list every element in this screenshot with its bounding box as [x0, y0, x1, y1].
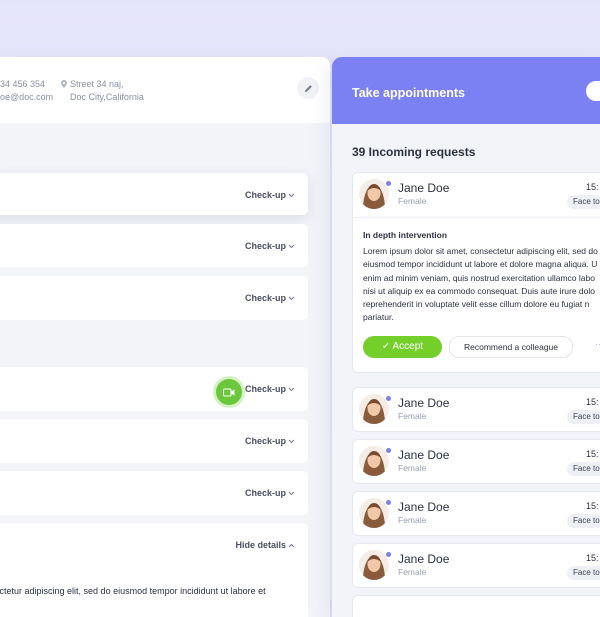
- appointment-row[interactable]: Check-up: [0, 419, 308, 463]
- request-card-expanded[interactable]: Jane Doe Female 15: Face to In depth int…: [352, 172, 600, 373]
- divider: [353, 217, 600, 218]
- row-type-label: Check-up: [244, 488, 286, 498]
- online-status-dot: [385, 551, 392, 558]
- video-camera-icon: [223, 387, 235, 397]
- patient-name: Jane Doe: [398, 396, 450, 410]
- chevron-down-icon: [288, 491, 295, 496]
- chevron-down-icon: [288, 193, 295, 198]
- patient-gender: Female: [398, 515, 427, 525]
- consultation-type-chip: Face to: [567, 462, 600, 476]
- online-status-dot: [385, 447, 392, 454]
- appointments-header: Take appointments: [332, 57, 600, 124]
- online-status-dot: [385, 180, 392, 187]
- chevron-down-icon: [288, 439, 295, 444]
- appointments-panel: Take appointments 39 Incoming requests J…: [332, 57, 600, 617]
- contact-bar: 34 456 354 oe@doc.com Street 34 naj, Doc…: [0, 57, 330, 123]
- online-status-dot: [385, 499, 392, 506]
- address-block: Street 34 naj, Doc City,California: [61, 78, 144, 104]
- request-time: 15:: [586, 397, 599, 407]
- recommend-colleague-button[interactable]: Recommend a colleague: [449, 336, 573, 358]
- address-line-2: Doc City,California: [70, 92, 144, 102]
- appointment-row[interactable]: Check-up: [0, 276, 308, 320]
- intervention-title: In depth intervention: [363, 230, 448, 240]
- accept-button[interactable]: ✓ Accept: [363, 336, 442, 358]
- more-dots-icon[interactable]: ··: [595, 339, 600, 349]
- consultation-type-chip: Face to: [567, 514, 600, 528]
- row-type-label: Check-up: [244, 436, 286, 446]
- appointment-row-expanded[interactable]: Hide details: [0, 523, 308, 617]
- request-time: 15:: [586, 182, 599, 192]
- request-card[interactable]: Jane Doe Female 15: Face to: [352, 387, 600, 432]
- appointment-row[interactable]: Check-up: [0, 367, 308, 411]
- chevron-up-icon: [288, 543, 295, 548]
- online-status-dot: [385, 395, 392, 402]
- appointment-row[interactable]: Check-up: [0, 471, 308, 515]
- consultation-type-chip: Face to: [567, 195, 600, 209]
- hide-details-link[interactable]: Hide details: [235, 540, 286, 550]
- chevron-down-icon: [288, 387, 295, 392]
- pencil-icon: [304, 84, 312, 92]
- request-card[interactable]: Jane Doe Female 15: Face to: [352, 491, 600, 536]
- patient-name: Jane Doe: [398, 500, 450, 514]
- appointment-row[interactable]: Check-up: [0, 224, 308, 267]
- patient-name: Jane Doe: [398, 552, 450, 566]
- request-card[interactable]: Jane Doe Female 15: Face to: [352, 439, 600, 484]
- edit-button[interactable]: [297, 77, 319, 99]
- patient-gender: Female: [398, 463, 427, 473]
- patient-gender: Female: [398, 567, 427, 577]
- request-time: 15:: [586, 553, 599, 563]
- request-card-partial[interactable]: [352, 595, 600, 617]
- request-card[interactable]: Jane Doe Female 15: Face to: [352, 543, 600, 588]
- appointment-detail-text: sectetur adipiscing elit, sed do eiusmod…: [0, 586, 266, 596]
- row-type-label: Check-up: [244, 241, 286, 251]
- patient-detail-panel: 34 456 354 oe@doc.com Street 34 naj, Doc…: [0, 57, 330, 617]
- row-type-label: Check-up: [244, 190, 286, 200]
- panel-title: Take appointments: [352, 86, 465, 100]
- contact-phone-block: 34 456 354 oe@doc.com: [0, 78, 53, 104]
- availability-toggle[interactable]: [586, 81, 600, 101]
- patient-name: Jane Doe: [398, 448, 450, 462]
- row-type-label: Check-up: [244, 293, 286, 303]
- address-line-1: Street 34 naj,: [70, 79, 124, 89]
- incoming-requests-count: 39 Incoming requests: [352, 145, 476, 159]
- email-address: oe@doc.com: [0, 92, 54, 102]
- video-call-button[interactable]: [216, 379, 242, 405]
- location-pin-icon: [61, 80, 67, 88]
- consultation-type-chip: Face to: [567, 566, 600, 580]
- patient-gender: Female: [398, 196, 427, 206]
- patient-name: Jane Doe: [398, 181, 450, 195]
- request-description: Lorem ipsum dolor sit amet, consectetur …: [363, 246, 598, 323]
- patient-gender: Female: [398, 411, 427, 421]
- appointment-row[interactable]: Check-up: [0, 173, 308, 215]
- request-time: 15:: [586, 501, 599, 511]
- request-time: 15:: [586, 449, 599, 459]
- consultation-type-chip: Face to: [567, 410, 600, 424]
- phone-number: 34 456 354: [0, 79, 46, 89]
- chevron-down-icon: [288, 296, 295, 301]
- chevron-down-icon: [288, 244, 295, 249]
- row-type-label: Check-up: [244, 384, 286, 394]
